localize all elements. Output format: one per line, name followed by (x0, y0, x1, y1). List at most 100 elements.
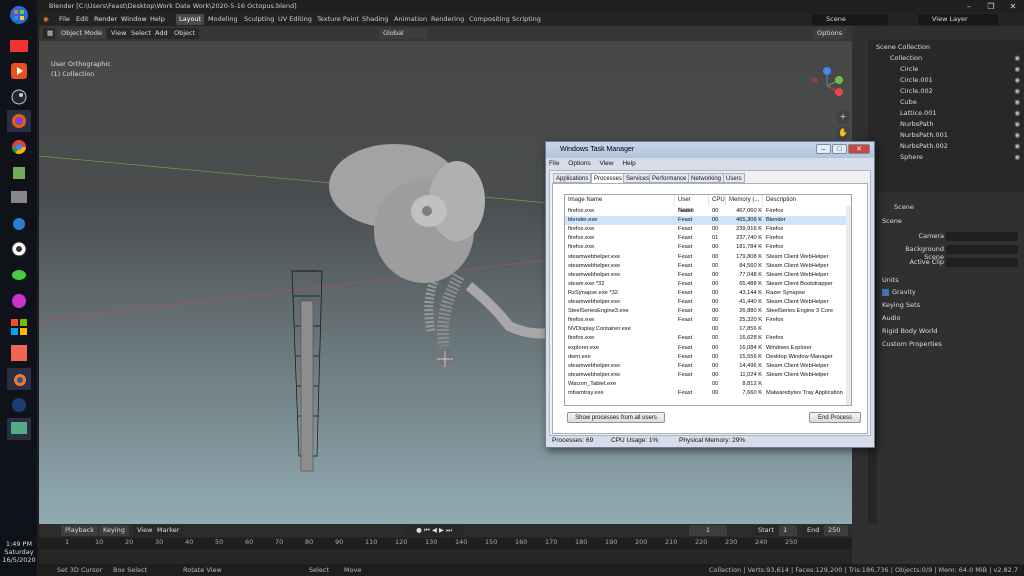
outliner-item[interactable]: Collection ◉ (890, 53, 1020, 64)
maximize-icon[interactable]: ❐ (980, 0, 1002, 13)
tab-applications[interactable]: Applications (553, 173, 592, 183)
process-row[interactable]: firefox.exe Feast 01 237,740 K Firefox (565, 234, 848, 243)
tab-compositing[interactable]: Compositing (466, 14, 513, 25)
pan-hand-icon[interactable]: ✋ (836, 126, 850, 140)
tm-minimize-icon[interactable]: – (816, 144, 831, 154)
razer-icon[interactable] (7, 264, 31, 286)
menu-edit[interactable]: Edit (76, 13, 89, 26)
process-row[interactable]: steamwebhelper.exe Feast 00 179,808 K Steam … (565, 253, 848, 262)
tm-menu-file[interactable]: File (549, 160, 559, 167)
process-row[interactable]: steam.exe *32 Feast 00 65,488 K Steam Client… (565, 280, 848, 289)
process-row[interactable]: dwm.exe Feast 00 15,556 K Desktop Window Man… (565, 353, 848, 362)
tab-uv-editing[interactable]: UV Editing (275, 14, 315, 25)
rigid-body-section[interactable]: Rigid Body World (882, 327, 938, 335)
col-user-name[interactable]: User Name (675, 195, 709, 214)
office-icon[interactable] (7, 316, 31, 338)
units-section[interactable]: Units (882, 276, 899, 284)
process-row[interactable]: steamwebhelper.exe Feast 00 77,048 K Steam C… (565, 271, 848, 280)
transform-orientation[interactable]: Global (379, 28, 427, 39)
visibility-eye-icon[interactable]: ◉ (1014, 108, 1020, 119)
playback-menu[interactable]: Playback (61, 525, 99, 536)
end-process-button[interactable]: End Process (809, 412, 861, 423)
scene-selector[interactable]: Scene (812, 14, 888, 25)
end-frame-field[interactable]: 250 (824, 525, 848, 536)
media-player-icon[interactable] (7, 60, 31, 82)
visibility-eye-icon[interactable]: ◉ (1014, 130, 1020, 141)
outliner-item[interactable]: NurbsPath.001 ◉ (900, 130, 1020, 141)
tm-maximize-icon[interactable]: □ (832, 144, 847, 154)
menu-render[interactable]: Render (94, 13, 117, 26)
tab-modeling[interactable]: Modeling (205, 14, 241, 25)
object-menu[interactable]: Object (170, 28, 200, 39)
visibility-eye-icon[interactable]: ◉ (1014, 152, 1020, 163)
options-dropdown[interactable]: Options (813, 28, 847, 39)
menu-file[interactable]: File (59, 13, 70, 26)
navigation-gizmo[interactable] (807, 66, 847, 106)
folder-icon[interactable] (7, 34, 31, 56)
tm-menu-options[interactable]: Options (568, 160, 590, 167)
tm-menu-help[interactable]: Help (622, 160, 635, 167)
col-image-name[interactable]: Image Name (565, 195, 675, 206)
custom-properties-section[interactable]: Custom Properties (882, 340, 942, 348)
outliner-scene-collection[interactable]: Scene Collection (876, 42, 930, 53)
minimize-icon[interactable]: – (958, 0, 980, 13)
gravity-checkbox[interactable] (882, 288, 889, 296)
task-manager-window[interactable]: Windows Task Manager – □ ✕ File Options … (545, 141, 875, 448)
process-row[interactable]: blender.exe Feast 00 465,308 K Blender (565, 216, 848, 226)
keying-menu[interactable]: Keying (99, 525, 129, 536)
visibility-eye-icon[interactable]: ◉ (1014, 53, 1020, 64)
show-all-users-button[interactable]: Show processes from all users (567, 412, 665, 423)
object-mode-dropdown[interactable]: Object Mode (57, 28, 106, 39)
steam-icon[interactable] (7, 86, 31, 108)
camera-field[interactable] (946, 232, 1018, 241)
process-row[interactable]: explorer.exe Feast 00 16,084 K Windows Explo… (565, 344, 848, 353)
outliner-item[interactable]: NurbsPath.002 ◉ (900, 141, 1020, 152)
tab-layout[interactable]: Layout (176, 14, 205, 25)
process-row[interactable]: SteelSeriesEngine3.exe Feast 00 26,880 K Ste… (565, 307, 848, 316)
filezilla-icon[interactable] (7, 342, 31, 364)
outliner-item[interactable]: Circle.002 ◉ (900, 86, 1020, 97)
visibility-eye-icon[interactable]: ◉ (1014, 75, 1020, 86)
process-row[interactable]: steamwebhelper.exe Feast 00 84,560 K Steam C… (565, 262, 848, 271)
menu-help[interactable]: Help (150, 13, 165, 26)
process-row[interactable]: steamwebhelper.exe Feast 00 11,024 K Steam C… (565, 371, 848, 380)
steelseries-icon[interactable] (7, 394, 31, 416)
visibility-eye-icon[interactable]: ◉ (1014, 119, 1020, 130)
blender-icon[interactable] (7, 368, 31, 390)
process-row[interactable]: firefox.exe Feast 00 239,916 K Firefox (565, 225, 848, 234)
background-scene-field[interactable] (946, 245, 1018, 254)
outliner-item[interactable]: Cube ◉ (900, 97, 1020, 108)
firefox-icon[interactable] (7, 110, 31, 132)
tablet-icon[interactable] (7, 186, 31, 208)
process-row[interactable]: RzSynapse.exe *32 Feast 00 43,144 K Razer Sy… (565, 289, 848, 298)
col-memory[interactable]: Memory (... (726, 195, 763, 206)
obs-icon[interactable] (7, 238, 31, 260)
col-cpu[interactable]: CPU (709, 195, 726, 206)
col-description[interactable]: Description (763, 195, 851, 206)
audio-section[interactable]: Audio (882, 314, 900, 322)
current-frame-field[interactable]: 1 (689, 525, 727, 536)
menu-window[interactable]: Window (121, 13, 147, 26)
tab-texture-paint[interactable]: Texture Paint (314, 14, 362, 25)
keying-sets-section[interactable]: Keying Sets (882, 301, 920, 309)
tm-menu-view[interactable]: View (600, 160, 614, 167)
visibility-eye-icon[interactable]: ◉ (1014, 64, 1020, 75)
active-clip-field[interactable] (946, 258, 1018, 267)
task-manager-icon[interactable] (7, 418, 31, 440)
close-icon[interactable]: ✕ (1002, 0, 1024, 13)
tab-services[interactable]: Services (623, 173, 653, 183)
tab-rendering[interactable]: Rendering (428, 14, 467, 25)
tab-sculpting[interactable]: Sculpting (241, 14, 277, 25)
outliner-item[interactable]: Sphere ◉ (900, 152, 1020, 163)
process-row[interactable]: firefox.exe Feast 00 25,320 K Firefox (565, 316, 848, 325)
marker-menu[interactable]: Marker (153, 525, 184, 536)
chrome-icon[interactable] (7, 136, 31, 158)
start-orb-icon[interactable] (7, 4, 31, 26)
visibility-eye-icon[interactable]: ◉ (1014, 97, 1020, 108)
outliner-item[interactable]: Lattice.001 ◉ (900, 108, 1020, 119)
taskbar-clock[interactable]: 1:49 PM Saturday 16/5/2020 (0, 540, 38, 564)
cloud-icon[interactable] (7, 212, 31, 234)
process-row[interactable]: steamwebhelper.exe Feast 00 14,496 K Steam C… (565, 362, 848, 371)
scene-section[interactable]: Scene (882, 217, 902, 225)
process-scrollbar[interactable] (846, 206, 851, 405)
